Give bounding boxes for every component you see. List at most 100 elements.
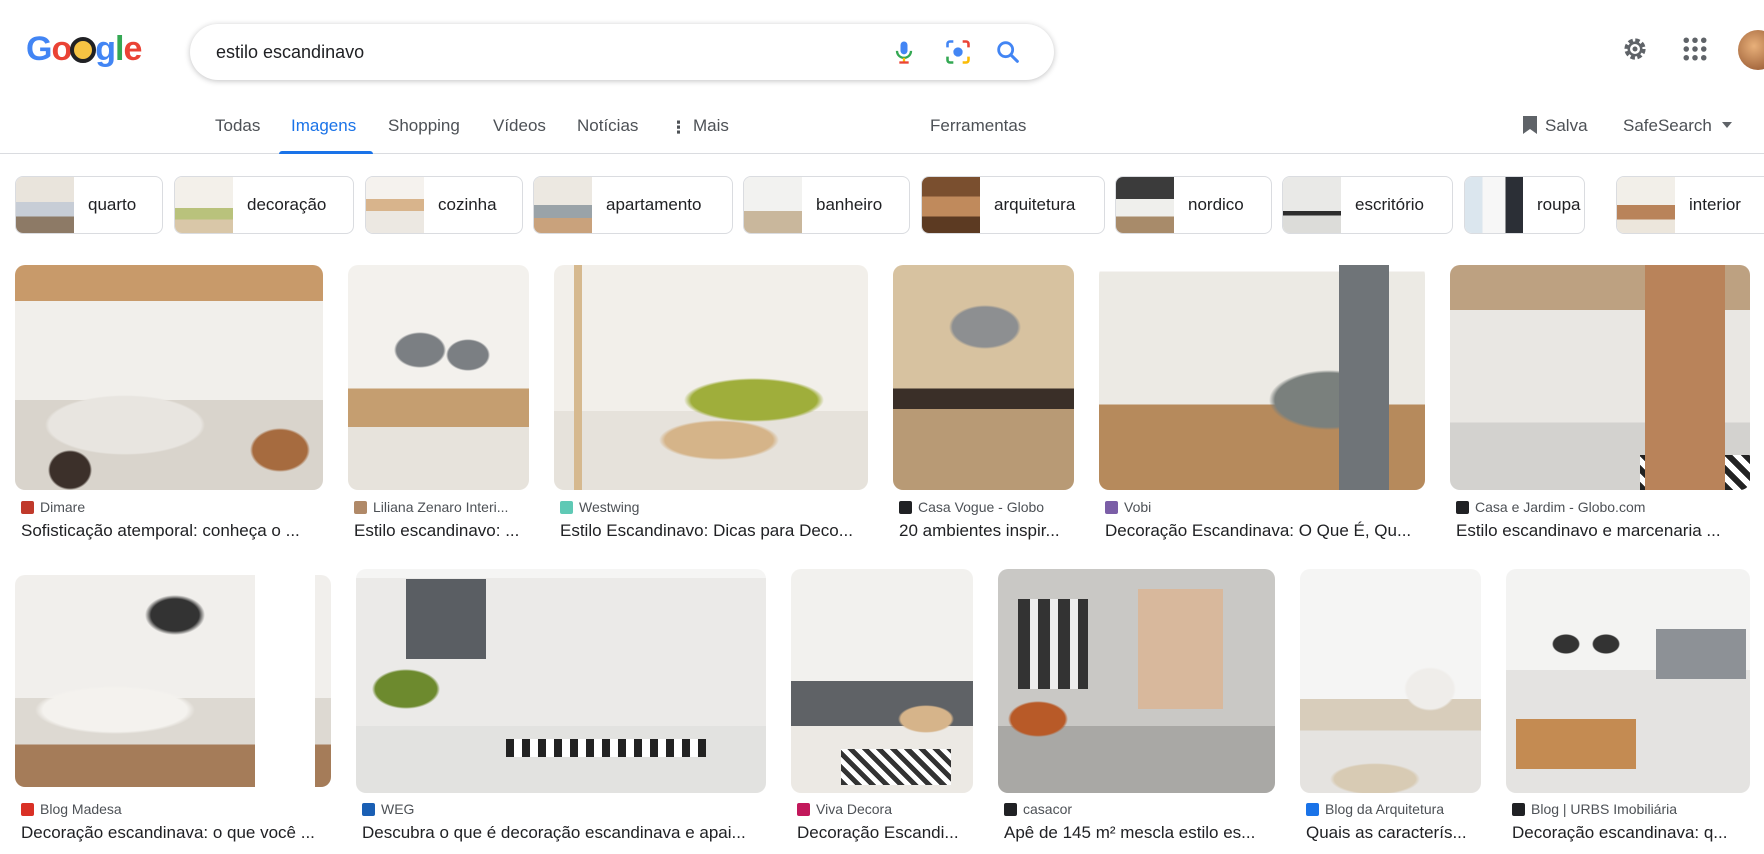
result-source[interactable]: Westwing [560, 499, 868, 515]
result-source[interactable]: Liliana Zenaro Interi... [354, 499, 529, 515]
result-image[interactable] [1300, 569, 1481, 793]
tab-videos[interactable]: Vídeos [493, 116, 546, 136]
avatar[interactable] [1738, 30, 1764, 70]
image-result[interactable]: Blog Madesa Decoração escandinava: o que… [15, 575, 331, 853]
result-source-name: Blog da Arquitetura [1325, 801, 1445, 817]
result-image[interactable] [15, 265, 323, 490]
result-image[interactable] [15, 575, 331, 787]
result-title[interactable]: Estilo Escandinavo: Dicas para Deco... [560, 521, 868, 541]
related-search-chips: quarto decoração cozinha apartamento ban… [0, 176, 1764, 234]
saved-button[interactable]: Salva [1523, 116, 1588, 136]
apps-grid-icon[interactable] [1680, 34, 1710, 64]
site-favicon-icon [899, 501, 912, 514]
search-input[interactable] [216, 36, 856, 68]
result-image[interactable] [554, 265, 868, 490]
result-image[interactable] [893, 265, 1074, 490]
microphone-icon[interactable] [890, 38, 918, 66]
result-image-scene [791, 569, 973, 793]
result-image[interactable] [356, 569, 766, 793]
site-favicon-icon [560, 501, 573, 514]
result-source[interactable]: WEG [362, 801, 766, 817]
result-title[interactable]: Estilo escandinavo: ... [354, 521, 529, 541]
image-result[interactable]: Blog da Arquitetura Quais as caracterís.… [1300, 569, 1481, 854]
bookmark-icon [1523, 116, 1537, 134]
image-result[interactable]: Westwing Estilo Escandinavo: Dicas para … [554, 265, 868, 543]
result-image[interactable] [1506, 569, 1750, 793]
result-source[interactable]: Blog da Arquitetura [1306, 801, 1481, 817]
result-title[interactable]: Quais as caracterís... [1306, 823, 1481, 843]
chip-banheiro[interactable]: banheiro [743, 176, 910, 234]
active-tab-indicator [279, 151, 373, 154]
chip-thumbnail [16, 177, 74, 233]
image-result[interactable]: WEG Descubra o que é decoração escandina… [356, 569, 766, 854]
chip-decoracao[interactable]: decoração [174, 176, 354, 234]
result-source-name: Casa Vogue - Globo [918, 499, 1045, 515]
chip-cozinha[interactable]: cozinha [365, 176, 523, 234]
result-image-scene [554, 265, 868, 490]
result-source-name: Vobi [1124, 499, 1152, 515]
chip-thumbnail [1465, 177, 1523, 233]
image-result[interactable]: Viva Decora Decoração Escandi... [791, 569, 973, 854]
result-source[interactable]: Blog Madesa [21, 801, 331, 817]
result-title[interactable]: Estilo escandinavo e marcenaria ... [1456, 521, 1750, 541]
result-source[interactable]: Dimare [21, 499, 321, 515]
google-logo[interactable]: Go gle [26, 30, 142, 69]
safesearch-button[interactable]: SafeSearch [1623, 116, 1732, 136]
result-source[interactable]: Viva Decora [797, 801, 973, 817]
chip-thumbnail [1617, 177, 1675, 233]
image-result[interactable]: Dimare Sofisticação atemporal: conheça o… [15, 265, 323, 543]
result-source-name: Casa e Jardim - Globo.com [1475, 499, 1646, 515]
search-icon[interactable] [994, 38, 1022, 66]
chip-thumbnail [366, 177, 424, 233]
chip-arquitetura[interactable]: arquitetura [921, 176, 1105, 234]
result-source[interactable]: Blog | URBS Imobiliária [1512, 801, 1750, 817]
image-result[interactable]: Casa Vogue - Globo 20 ambientes inspir..… [893, 265, 1074, 543]
chip-label: escritório [1355, 195, 1424, 214]
image-result[interactable]: Blog | URBS Imobiliária Decoração escand… [1506, 569, 1750, 854]
result-title[interactable]: Decoração escandinava: o que você ... [21, 823, 331, 843]
site-favicon-icon [797, 803, 810, 816]
result-image[interactable] [791, 569, 973, 793]
result-image-scene [1506, 569, 1750, 793]
chip-interior[interactable]: interior [1616, 176, 1764, 234]
result-title[interactable]: Decoração Escandinava: O Que É, Qu... [1105, 521, 1425, 541]
tab-imagens[interactable]: Imagens [291, 116, 356, 136]
result-source[interactable]: Casa e Jardim - Globo.com [1456, 499, 1750, 515]
result-source-name: Blog | URBS Imobiliária [1531, 801, 1678, 817]
chip-label: arquitetura [994, 195, 1076, 214]
result-source[interactable]: Casa Vogue - Globo [899, 499, 1074, 515]
tab-mais[interactable]: ⋮ Mais [670, 116, 729, 138]
result-title[interactable]: Decoração Escandi... [797, 823, 973, 843]
chip-roupa[interactable]: roupa [1464, 176, 1585, 234]
result-title[interactable]: Decoração escandinava: q... [1512, 823, 1750, 843]
chip-apartamento[interactable]: apartamento [533, 176, 733, 234]
chevron-down-icon [1721, 122, 1732, 128]
result-image[interactable] [1099, 265, 1425, 490]
tab-noticias[interactable]: Notícias [577, 116, 638, 136]
google-lens-icon[interactable] [944, 38, 972, 66]
result-title[interactable]: 20 ambientes inspir... [899, 521, 1074, 541]
result-title[interactable]: Descubra o que é decoração escandinava e… [362, 823, 766, 843]
image-result[interactable]: Liliana Zenaro Interi... Estilo escandin… [348, 265, 529, 543]
gear-icon[interactable] [1620, 34, 1650, 64]
chip-nordico[interactable]: nordico [1115, 176, 1272, 234]
result-title[interactable]: Sofisticação atemporal: conheça o ... [21, 521, 321, 541]
chip-escritorio[interactable]: escritório [1282, 176, 1453, 234]
image-result[interactable]: casacor Apê de 145 m² mescla estilo es..… [998, 569, 1275, 854]
chip-quarto[interactable]: quarto [15, 176, 163, 234]
result-image[interactable] [998, 569, 1275, 793]
chip-label: quarto [88, 195, 137, 214]
result-image[interactable] [1450, 265, 1750, 490]
tab-todas[interactable]: Todas [215, 116, 260, 136]
result-source[interactable]: casacor [1004, 801, 1275, 817]
tab-shopping[interactable]: Shopping [388, 116, 460, 136]
result-source-name: WEG [381, 801, 415, 817]
image-result[interactable]: Casa e Jardim - Globo.com Estilo escandi… [1450, 265, 1750, 543]
chip-thumbnail [1283, 177, 1341, 233]
result-image[interactable] [348, 265, 529, 490]
chip-thumbnail [744, 177, 802, 233]
result-title[interactable]: Apê de 145 m² mescla estilo es... [1004, 823, 1275, 843]
result-source[interactable]: Vobi [1105, 499, 1425, 515]
image-result[interactable]: Vobi Decoração Escandinava: O Que É, Qu.… [1099, 265, 1425, 543]
tools-button[interactable]: Ferramentas [930, 116, 1026, 136]
